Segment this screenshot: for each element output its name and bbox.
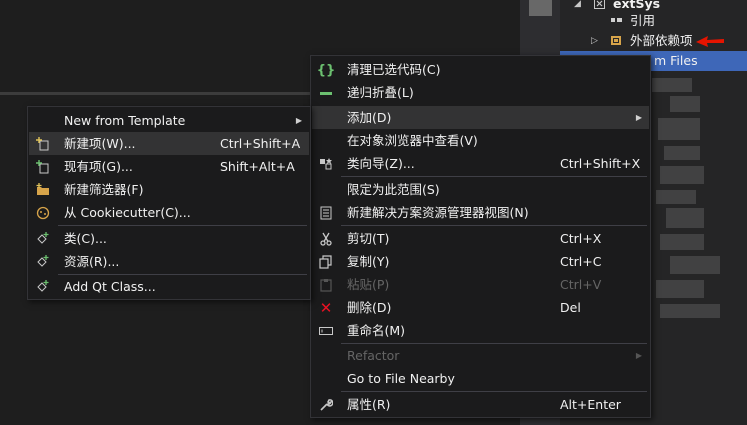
rename-icon	[318, 323, 334, 339]
menu-item-resource[interactable]: 资源(R)...	[29, 250, 309, 273]
selected-node-label: m Files	[654, 53, 698, 68]
submenu-arrow-icon: ▶	[635, 113, 642, 122]
class-icon	[35, 231, 51, 247]
menu-item-collapse-recursive[interactable]: 递归折叠(L)	[312, 81, 649, 104]
menu-item-existing-item[interactable]: 现有项(G)... Shift+Alt+A	[29, 155, 309, 178]
copy-icon	[318, 254, 334, 270]
menu-item-cut[interactable]: 剪切(T) Ctrl+X	[312, 227, 649, 250]
menu-item-view-in-object-browser[interactable]: 在对象浏览器中查看(V)	[312, 129, 649, 152]
menu-item-rename[interactable]: 重命名(M)	[312, 319, 649, 342]
obscured-tree-item	[660, 304, 720, 318]
red-arrow-icon	[696, 36, 724, 47]
paste-icon	[318, 277, 334, 293]
class-wizard-icon	[318, 156, 334, 172]
menu-item-paste[interactable]: 粘贴(P) Ctrl+V	[312, 273, 649, 296]
obscured-tree-item	[670, 96, 700, 112]
braces-icon: {}	[316, 62, 336, 78]
submenu-arrow-icon: ▶	[295, 116, 302, 125]
obscured-tree-item	[652, 78, 692, 92]
menu-separator	[58, 225, 307, 226]
context-menu: {} 清理已选代码(C) 递归折叠(L) 添加(D) ▶ 在对象浏览器中查看(V…	[310, 55, 651, 418]
menu-separator	[341, 176, 647, 177]
menu-separator	[341, 391, 647, 392]
obscured-tree-item	[660, 234, 704, 250]
menu-item-new-item[interactable]: 新建项(W)... Ctrl+Shift+A	[29, 132, 309, 155]
cookiecutter-icon	[35, 205, 51, 221]
menu-item-new-explorer-view[interactable]: 新建解决方案资源管理器视图(N)	[312, 201, 649, 224]
menu-item-refactor[interactable]: Refactor ▶	[312, 344, 649, 367]
external-deps-icon	[611, 36, 621, 45]
menu-item-properties[interactable]: 属性(R) Alt+Enter	[312, 393, 649, 416]
references-node[interactable]: 引用	[560, 11, 747, 31]
submenu-arrow-icon: ▶	[635, 351, 642, 360]
qt-class-icon	[35, 279, 51, 295]
menu-item-class-wizard[interactable]: 类向导(Z)... Ctrl+Shift+X	[312, 152, 649, 175]
menu-item-cleanup-code[interactable]: {} 清理已选代码(C)	[312, 58, 649, 81]
resource-icon	[35, 254, 51, 270]
obscured-tree-item	[670, 256, 720, 274]
scissors-icon	[318, 231, 334, 247]
external-deps-label: 外部依赖项	[630, 33, 693, 48]
add-submenu: New from Template ▶ 新建项(W)... Ctrl+Shift…	[27, 106, 311, 300]
references-icon	[611, 18, 622, 22]
menu-item-copy[interactable]: 复制(Y) Ctrl+C	[312, 250, 649, 273]
existing-item-icon	[35, 159, 51, 175]
menu-item-delete[interactable]: ✕ 删除(D) Del	[312, 296, 649, 319]
project-icon	[594, 0, 605, 9]
scrollbar-thumb[interactable]	[529, 0, 552, 16]
menu-item-scope-to-this[interactable]: 限定为此范围(S)	[312, 178, 649, 201]
menu-item-class[interactable]: 类(C)...	[29, 227, 309, 250]
new-view-icon	[318, 205, 334, 221]
menu-item-new-filter[interactable]: 新建筛选器(F)	[29, 178, 309, 201]
obscured-tree-item	[666, 208, 704, 228]
menu-item-add[interactable]: 添加(D) ▶	[312, 106, 649, 129]
collapse-icon	[318, 85, 334, 101]
obscured-tree-item	[664, 146, 700, 160]
menu-item-add-qt-class[interactable]: Add Qt Class...	[29, 275, 309, 298]
menu-separator	[341, 225, 647, 226]
obscured-tree-item	[660, 166, 704, 184]
wrench-icon	[318, 397, 334, 413]
obscured-tree-item	[656, 190, 696, 204]
menu-item-cookiecutter[interactable]: 从 Cookiecutter(C)...	[29, 201, 309, 224]
menu-item-new-from-template[interactable]: New from Template ▶	[29, 109, 309, 132]
new-filter-icon	[35, 182, 51, 198]
references-label: 引用	[630, 13, 656, 28]
obscured-tree-item	[656, 280, 704, 298]
new-item-icon	[35, 136, 51, 152]
menu-item-go-to-file-nearby[interactable]: Go to File Nearby	[312, 367, 649, 390]
expand-arrow-icon[interactable]: ▷	[591, 31, 598, 51]
delete-icon: ✕	[319, 298, 333, 317]
obscured-tree-item	[658, 118, 700, 140]
